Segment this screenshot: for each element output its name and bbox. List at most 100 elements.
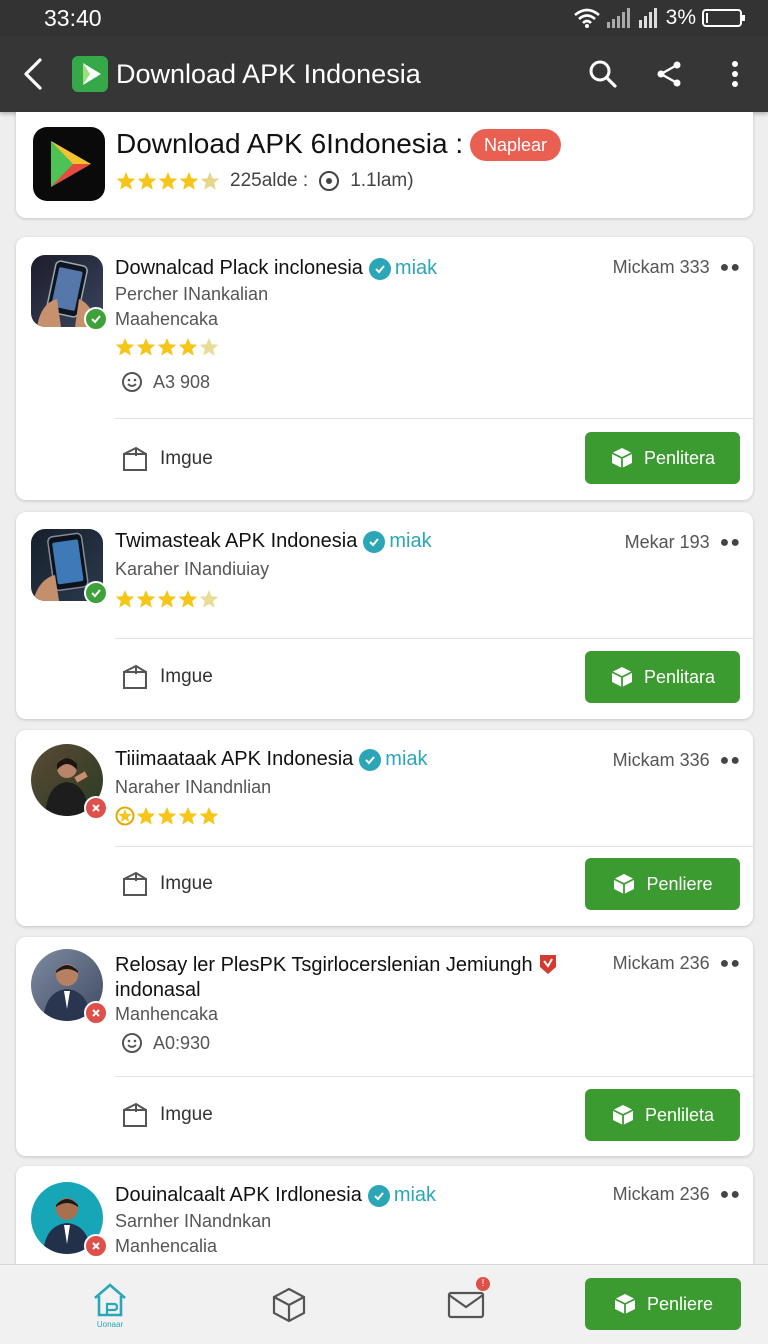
app-developer: Sarnher INandnkan	[115, 1211, 272, 1231]
app-icon	[31, 255, 108, 331]
nav-messages[interactable]: !	[426, 1265, 506, 1344]
battery-percent: 3%	[665, 6, 696, 29]
app-card[interactable]: Twimasteak APK Indonesia miak Karaher IN…	[16, 512, 753, 719]
search-icon	[589, 60, 617, 88]
app-name: Twimasteak APK Indonesia miak	[115, 530, 432, 553]
download-button[interactable]: Penliere	[585, 858, 740, 910]
play-store-app-icon	[33, 127, 105, 201]
box-outline-icon	[123, 871, 147, 896]
more-horiz-icon[interactable]: ●●	[720, 534, 741, 552]
app-icon	[31, 949, 108, 1025]
search-button[interactable]	[570, 36, 636, 112]
back-arrow-icon	[24, 58, 42, 90]
package-icon	[614, 874, 635, 894]
signal-icon	[606, 8, 630, 28]
app-card[interactable]: Douinalcaalt APK Irdlonesia miak Sarnher…	[16, 1166, 753, 1276]
more-horiz-icon[interactable]: ●●	[720, 752, 741, 770]
clock-icon	[319, 171, 340, 191]
secondary-action[interactable]: Imgue	[122, 664, 213, 690]
rating-stars	[115, 337, 219, 357]
package-icon	[611, 448, 633, 468]
wifi-icon	[573, 8, 600, 28]
app-developer: Karaher INandiuiay	[115, 559, 270, 579]
download-button[interactable]: Penlitera	[585, 432, 740, 484]
app-toolbar: Download APK Indonesia	[0, 36, 768, 112]
app-developer: Percher INankalian	[115, 284, 269, 304]
nav-home[interactable]: Uonaar	[70, 1265, 150, 1344]
app-meta-right: Mickam 336 ●●	[612, 750, 741, 770]
app-category: Manhencaka	[115, 1004, 219, 1024]
package-icon	[614, 1294, 636, 1314]
share-icon	[657, 61, 681, 87]
verified-icon	[359, 748, 382, 771]
secondary-action[interactable]: Imgue	[122, 871, 213, 897]
share-button[interactable]	[636, 36, 702, 112]
verified-tag: miak	[368, 257, 437, 280]
header-meta: 225alde : 1.1lam)	[116, 170, 414, 192]
more-horiz-icon[interactable]: ●●	[720, 955, 741, 973]
app-name: Tiiimaataak APK Indonesia miak	[115, 748, 428, 771]
app-icon	[31, 744, 108, 820]
header-rating-text: 225alde :	[230, 170, 309, 191]
battery-icon	[702, 9, 745, 27]
app-card[interactable]: Relosay ler PlesPK Tsgirlocerslenian Jem…	[16, 937, 753, 1156]
header-rating-stars	[116, 171, 220, 191]
verified-tag: miak	[359, 748, 428, 771]
status-badge[interactable]: Naplear	[470, 129, 562, 161]
download-count: A0:930	[121, 1032, 210, 1054]
close-badge-icon	[84, 1234, 108, 1258]
verified-icon	[368, 257, 391, 280]
box-outline-icon	[123, 446, 147, 471]
smiley-icon	[122, 372, 142, 392]
rating-stars	[115, 589, 219, 609]
app-card[interactable]: Tiiimaataak APK Indonesia miak Naraher I…	[16, 730, 753, 926]
box-outline-icon	[123, 664, 147, 689]
more-horiz-icon[interactable]: ●●	[720, 259, 741, 277]
check-badge-icon	[84, 307, 108, 331]
overflow-menu-button[interactable]	[702, 36, 768, 112]
verified-icon	[363, 530, 386, 553]
cube-icon	[272, 1287, 306, 1323]
more-horiz-icon[interactable]: ●●	[720, 1186, 741, 1204]
rating-stars	[115, 806, 219, 826]
app-meta-right: Mekar 193 ●●	[624, 532, 741, 552]
home-icon	[94, 1282, 126, 1316]
app-name: Downalcad Plack inclonesia miak	[115, 257, 438, 280]
bottom-navigation: Uonaar ! Penliere	[0, 1264, 768, 1344]
app-meta-right: Mickam 333 ●●	[612, 257, 741, 277]
verified-tag: miak	[363, 530, 432, 553]
app-category: Maahencaka	[115, 309, 219, 329]
smiley-icon	[122, 1033, 142, 1053]
nav-packages[interactable]	[249, 1265, 329, 1344]
store-header-card: Download APK 6Indonesia : Naplear 225ald…	[16, 112, 753, 218]
divider	[115, 1076, 753, 1077]
package-icon	[611, 667, 633, 687]
back-button[interactable]	[0, 36, 66, 112]
check-badge-icon	[84, 581, 108, 605]
secondary-action[interactable]: Imgue	[122, 446, 213, 472]
close-badge-icon	[84, 796, 108, 820]
toolbar-title: Download APK Indonesia	[116, 58, 421, 89]
divider	[115, 638, 753, 639]
package-icon	[612, 1105, 634, 1125]
secondary-action[interactable]: Imgue	[122, 1102, 213, 1128]
bottom-download-button[interactable]: Penliere	[585, 1278, 741, 1330]
app-name: Douinalcaalt APK Irdlonesia miak	[115, 1184, 437, 1207]
divider	[115, 846, 753, 847]
download-button[interactable]: Penlileta	[585, 1089, 740, 1141]
store-title: Download APK 6Indonesia :	[116, 128, 464, 159]
status-icons: 3%	[573, 6, 746, 30]
app-icon	[31, 1182, 108, 1258]
app-name: Relosay ler PlesPK Tsgirlocerslenian Jem…	[115, 953, 585, 1003]
close-badge-icon	[84, 1001, 108, 1025]
download-button[interactable]: Penlitara	[585, 651, 740, 703]
mail-icon	[447, 1291, 485, 1319]
app-card[interactable]: Downalcad Plack inclonesia miak Percher …	[16, 237, 753, 500]
play-store-logo-icon	[72, 56, 108, 92]
download-count: A3 908	[121, 371, 210, 393]
header-time-text: 1.1lam)	[350, 170, 414, 191]
nav-home-label: Uonaar	[96, 1319, 124, 1329]
verified-icon	[367, 1184, 390, 1207]
app-icon	[31, 529, 108, 605]
app-category: Manhencalia	[115, 1236, 218, 1256]
